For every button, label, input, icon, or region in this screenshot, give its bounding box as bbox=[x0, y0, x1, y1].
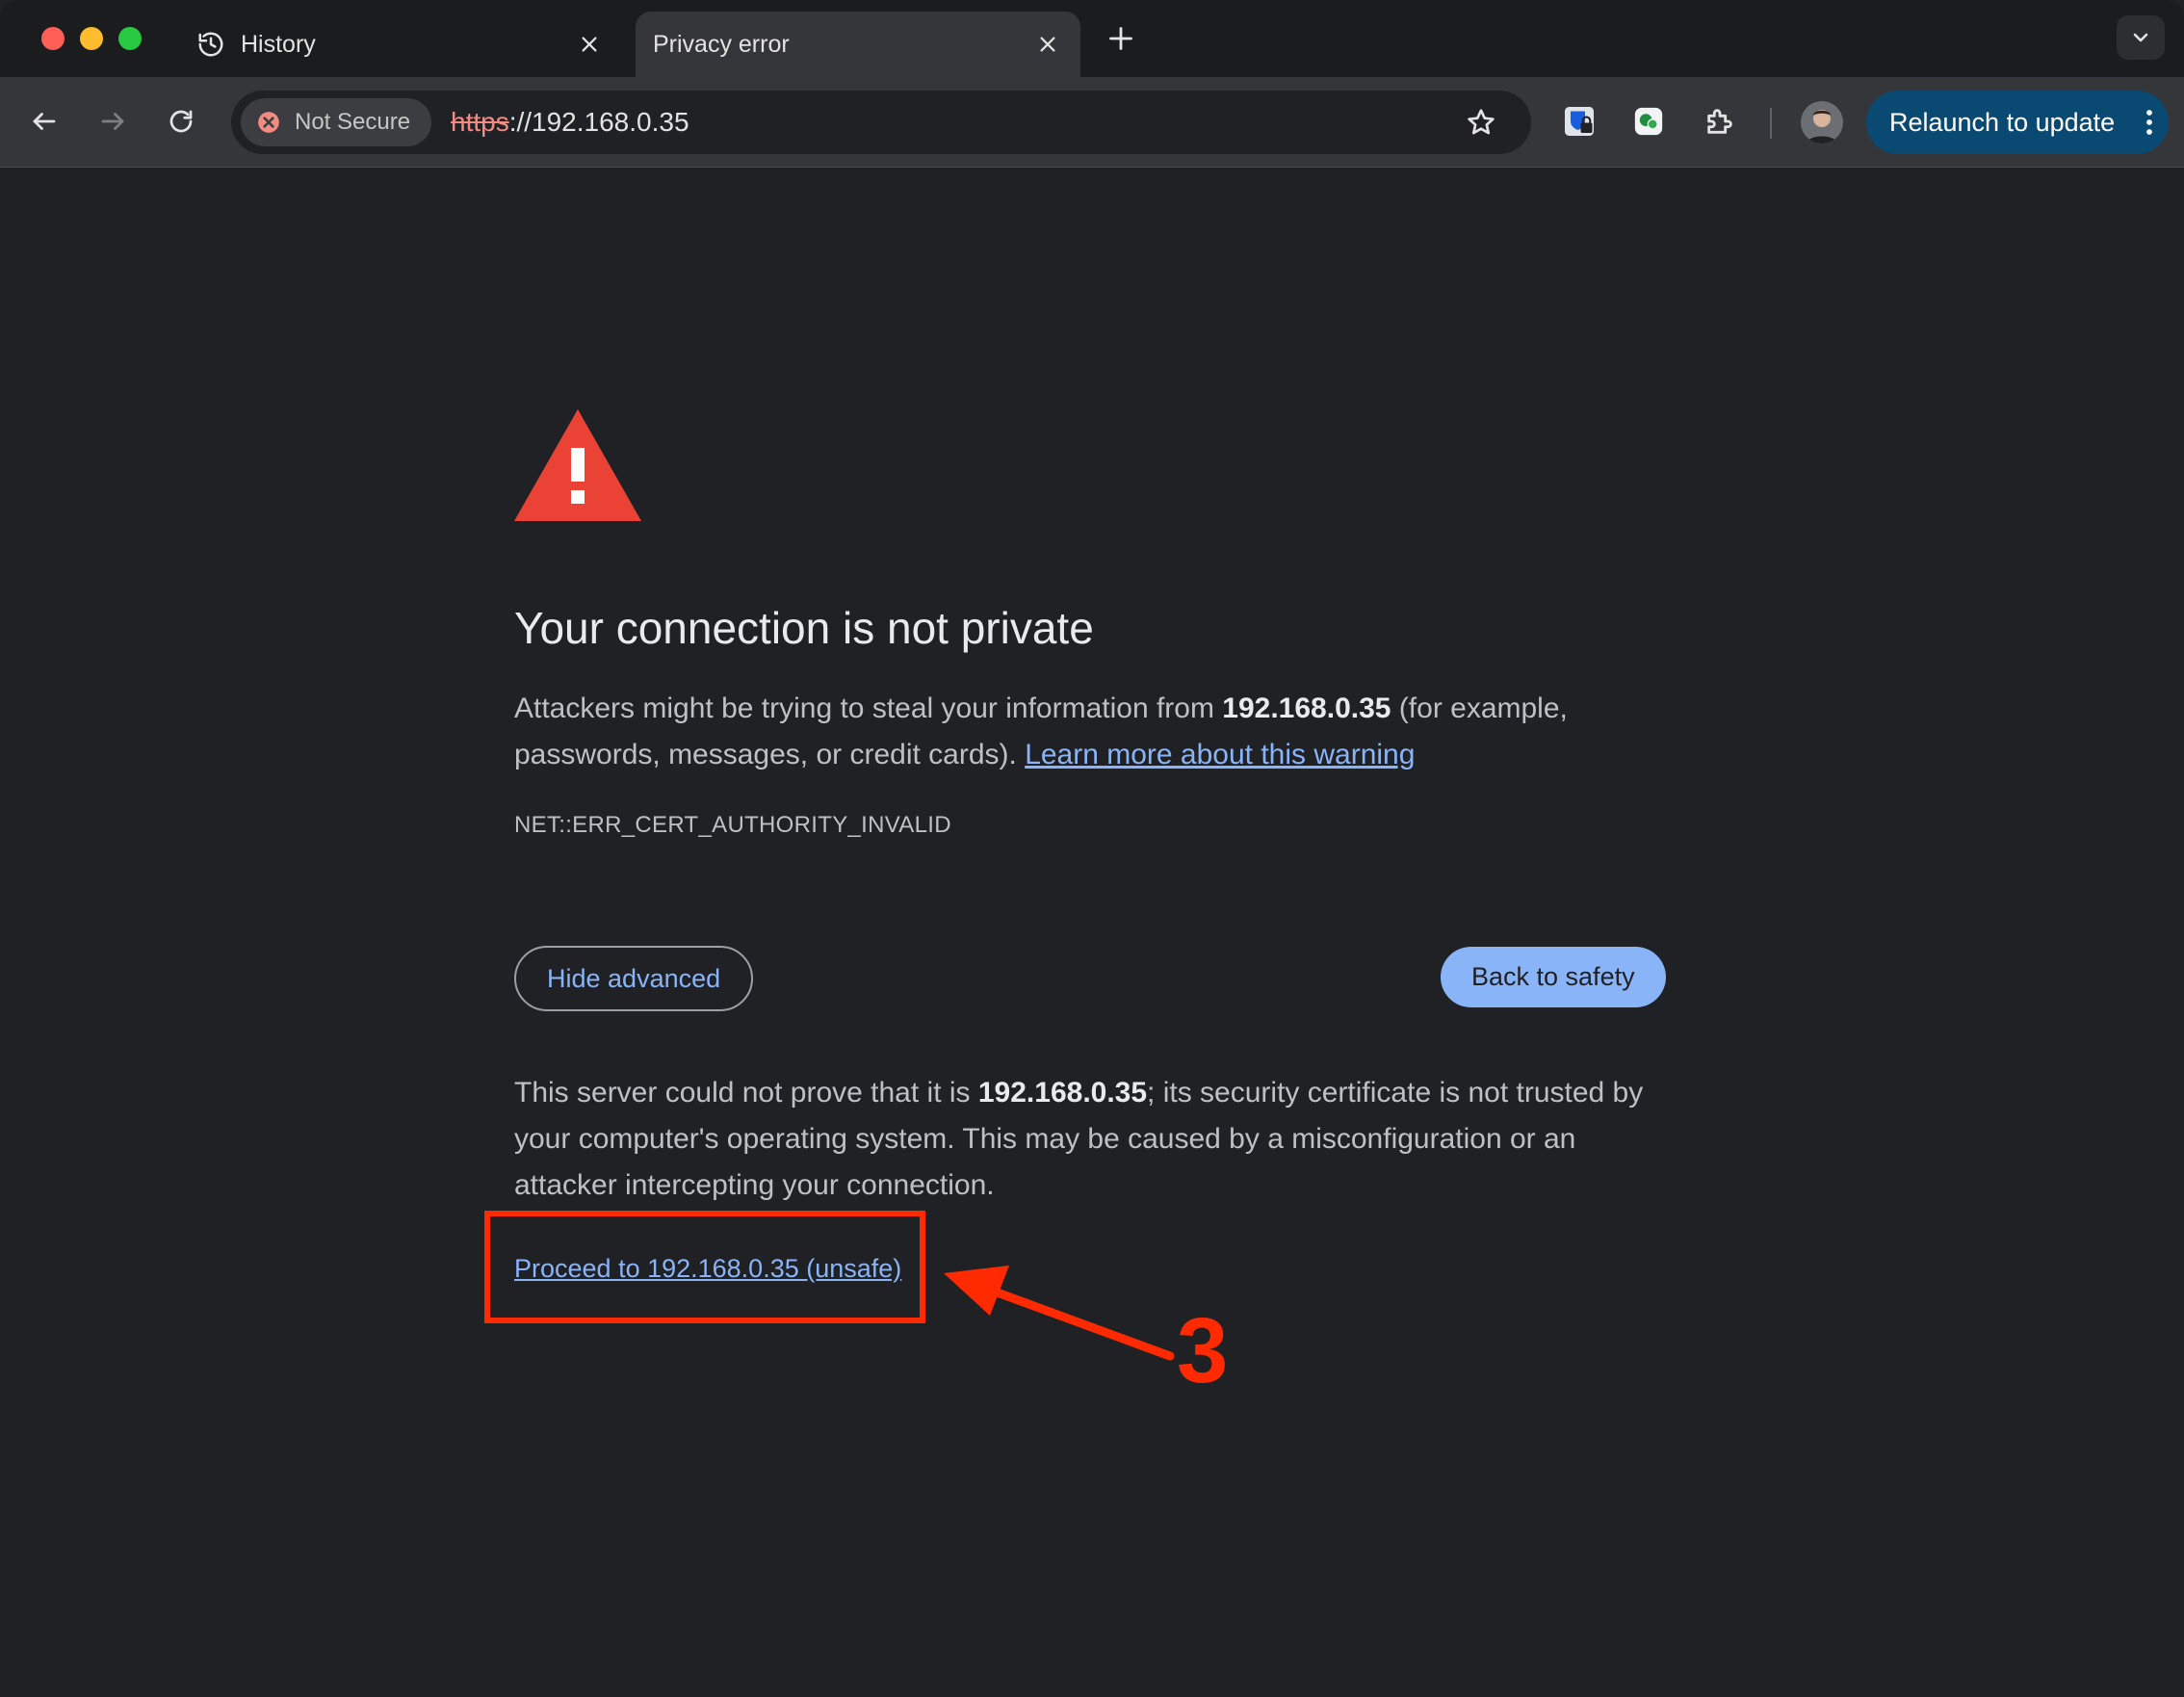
close-window-button[interactable] bbox=[41, 27, 65, 50]
more-vert-icon[interactable] bbox=[2130, 108, 2169, 137]
close-tab-button[interactable] bbox=[1028, 25, 1067, 64]
arrow-left-icon bbox=[33, 113, 56, 130]
url-host: ://192.168.0.35 bbox=[508, 107, 689, 137]
annotation-arrow-icon bbox=[944, 1266, 1175, 1361]
toolbar: Not Secure https://192.168.0.35 Relaunch… bbox=[0, 77, 2184, 168]
reload-button[interactable] bbox=[158, 98, 204, 144]
learn-more-link[interactable]: Learn more about this warning bbox=[1025, 739, 1415, 770]
star-icon bbox=[1468, 109, 1495, 135]
annotation-highlight-box bbox=[484, 1211, 925, 1323]
bookmark-button[interactable] bbox=[1462, 103, 1500, 142]
security-chip-label: Not Secure bbox=[295, 109, 411, 135]
tab-title: History bbox=[241, 30, 316, 58]
back-to-safety-button[interactable]: Back to safety bbox=[1441, 947, 1666, 1007]
hide-advanced-button[interactable]: Hide advanced bbox=[514, 946, 754, 1011]
extension-green-button[interactable] bbox=[1625, 98, 1672, 144]
host-name: 192.168.0.35 bbox=[977, 1077, 1148, 1109]
warning-triangle-icon bbox=[514, 409, 641, 521]
extensions-menu-button[interactable] bbox=[1697, 98, 1743, 144]
new-tab-button[interactable] bbox=[1102, 19, 1140, 58]
history-icon bbox=[196, 30, 225, 59]
forward-button[interactable] bbox=[90, 98, 136, 144]
close-icon bbox=[1040, 37, 1055, 52]
back-button[interactable] bbox=[21, 98, 67, 144]
chevron-down-icon bbox=[2133, 33, 2148, 42]
annotation-step-number: 3 bbox=[1177, 1299, 1229, 1402]
page-title: Your connection is not private bbox=[514, 603, 1094, 653]
url-scheme: https bbox=[451, 107, 509, 137]
error-code: NET::ERR_CERT_AUTHORITY_INVALID bbox=[514, 812, 951, 838]
extension-badge-icon bbox=[1634, 107, 1663, 136]
shield-lock-icon bbox=[1565, 107, 1594, 136]
close-icon bbox=[582, 37, 597, 52]
toolbar-separator bbox=[1770, 108, 1772, 139]
details-paragraph: This server could not prove that it is 1… bbox=[514, 1077, 1644, 1201]
arrow-right-icon bbox=[101, 113, 124, 130]
relaunch-to-update-button[interactable]: Relaunch to update bbox=[1866, 91, 2169, 154]
address-bar[interactable]: Not Secure https://192.168.0.35 bbox=[231, 91, 1531, 154]
security-chip[interactable]: Not Secure bbox=[241, 98, 432, 146]
relaunch-label: Relaunch to update bbox=[1889, 107, 2116, 137]
zoom-window-button[interactable] bbox=[118, 27, 142, 50]
host-name: 192.168.0.35 bbox=[1222, 692, 1391, 724]
not-secure-icon bbox=[256, 110, 281, 135]
tab-search-button[interactable] bbox=[2117, 15, 2165, 60]
tab-history[interactable]: History bbox=[179, 12, 622, 77]
tab-strip: History Privacy error bbox=[0, 0, 2184, 77]
interstitial-page: Your connection is not private Attackers… bbox=[0, 169, 2184, 1697]
tab-title: Privacy error bbox=[653, 30, 790, 58]
avatar[interactable] bbox=[1801, 101, 1843, 144]
tab-privacy-error[interactable]: Privacy error bbox=[636, 12, 1080, 77]
reload-icon bbox=[169, 110, 193, 133]
plus-icon bbox=[1109, 27, 1132, 50]
url-text[interactable]: https://192.168.0.35 bbox=[451, 91, 689, 154]
extension-bitwarden-button[interactable] bbox=[1556, 98, 1602, 144]
puzzle-piece-icon bbox=[1707, 109, 1732, 134]
intro-paragraph: Attackers might be trying to steal your … bbox=[514, 692, 1568, 770]
close-tab-button[interactable] bbox=[570, 25, 609, 64]
minimize-window-button[interactable] bbox=[80, 27, 103, 50]
